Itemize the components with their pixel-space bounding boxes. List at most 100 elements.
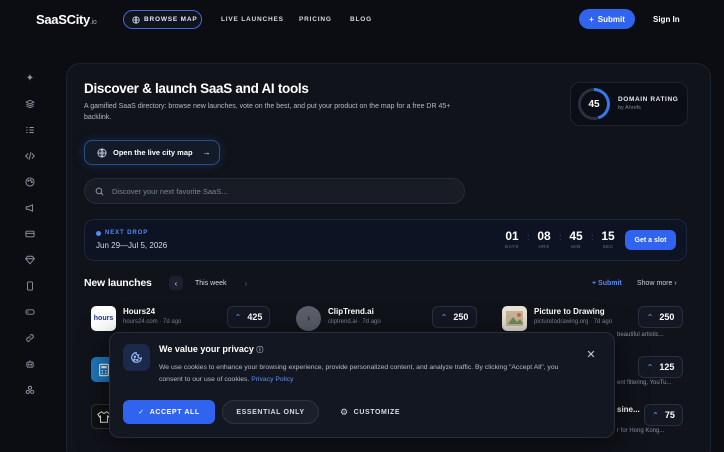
arrow-up-icon: ⌃: [440, 312, 448, 322]
launch-name[interactable]: Hours24: [123, 307, 155, 316]
arrow-up-icon: ⌃: [646, 362, 654, 372]
vote-count: 250: [659, 312, 675, 322]
live-dot-icon: [96, 230, 101, 236]
get-slot-button[interactable]: Get a slot: [625, 230, 676, 250]
accept-all-button[interactable]: ✓ ACCEPT ALL: [123, 400, 215, 424]
code-icon[interactable]: [24, 150, 36, 162]
close-icon[interactable]: ✕: [585, 348, 597, 361]
sign-in-link[interactable]: Sign In: [653, 15, 680, 24]
hours24-logo[interactable]: hours: [91, 306, 116, 331]
layers-icon[interactable]: [24, 98, 36, 110]
domain-rating-label: DOMAIN RATING: [618, 96, 679, 103]
play-icon: ›: [306, 313, 311, 324]
chevron-right-icon: ›: [244, 278, 248, 288]
next-drop-tag: NEXT DROP: [96, 230, 148, 236]
arrow-up-icon: ⌃: [652, 410, 659, 420]
nav-live-launches[interactable]: LIVE LAUNCHES: [221, 16, 284, 23]
info-icon: ⓘ: [256, 347, 264, 354]
launch-meta: hours24.com · 7d ago: [123, 319, 182, 325]
vote-count: 250: [453, 312, 469, 322]
credit-card-icon[interactable]: [24, 228, 36, 240]
list-check-icon[interactable]: [24, 124, 36, 136]
search-icon: [95, 187, 104, 196]
countdown-minutes: 45: [569, 229, 583, 243]
search-input[interactable]: Discover your next favorite SaaS...: [84, 178, 465, 204]
open-city-map-button[interactable]: Open the live city map →: [84, 140, 220, 165]
countdown-separator: :: [527, 232, 530, 242]
countdown-days: 01: [505, 229, 519, 243]
globe-icon: [132, 15, 140, 24]
arrow-up-icon: ⌃: [234, 312, 242, 322]
diamond-icon[interactable]: [24, 254, 36, 266]
next-week-button[interactable]: ›: [239, 276, 253, 290]
cookie-title-text: We value your privacy: [159, 344, 254, 354]
sparkles-icon[interactable]: ✦: [24, 72, 36, 84]
countdown-days-label: DAYS: [505, 244, 519, 249]
prev-week-button[interactable]: ‹: [169, 276, 183, 290]
show-more-link[interactable]: Show more ›: [637, 280, 677, 287]
vote-count: 75: [664, 410, 675, 420]
logo-text: SaaSCity: [36, 12, 90, 27]
upvote-button[interactable]: ⌃ 250: [638, 306, 683, 328]
launch-name[interactable]: sine...: [617, 405, 640, 414]
domain-rating-source: by Ahrefs: [618, 105, 641, 111]
cookie-icon: [123, 344, 150, 371]
countdown-hours: 08: [537, 229, 551, 243]
launch-description: ent filtering, YouTu...: [617, 380, 672, 386]
check-icon: ✓: [138, 409, 145, 416]
customize-button[interactable]: ⚙ CUSTOMIZE: [340, 407, 400, 418]
privacy-policy-link[interactable]: Privacy Policy: [251, 376, 293, 383]
cliptrend-logo[interactable]: ›: [296, 306, 321, 331]
cookie-body-text: We use cookies to enhance your browsing …: [159, 364, 559, 383]
submit-button[interactable]: + Submit: [579, 9, 635, 29]
countdown-separator: :: [559, 232, 562, 242]
next-drop-dates: Jun 29—Jul 5, 2026: [96, 241, 168, 250]
cookie-title: We value your privacy ⓘ: [159, 344, 263, 355]
customize-label: CUSTOMIZE: [353, 409, 401, 416]
browse-map-label: BROWSE MAP: [144, 16, 198, 23]
logo-suffix: .io: [89, 19, 97, 26]
arrow-up-icon: ⌃: [646, 312, 654, 322]
launch-meta: picturetodrawing.org · 7d ago: [534, 319, 613, 325]
countdown-seconds: 15: [601, 229, 615, 243]
launch-meta: cliptrend.ai · 7d ago: [328, 319, 381, 325]
launch-name[interactable]: ClipTrend.ai: [328, 307, 374, 316]
robot-icon[interactable]: [24, 358, 36, 370]
site-logo[interactable]: SaaSCity.io: [36, 12, 97, 27]
upvote-button[interactable]: ⌃ 425: [227, 306, 270, 328]
launches-submit-link[interactable]: + Submit: [592, 280, 622, 287]
palette-icon[interactable]: [24, 176, 36, 188]
launches-submit-label: Submit: [598, 280, 622, 287]
countdown-separator: :: [591, 232, 594, 242]
next-drop-label: NEXT DROP: [105, 230, 149, 236]
gamepad-icon[interactable]: [24, 306, 36, 318]
upvote-button[interactable]: ⌃ 250: [432, 306, 477, 328]
countdown-minutes-label: MIN: [571, 244, 581, 249]
nav-pricing[interactable]: PRICING: [299, 16, 332, 23]
open-map-label: Open the live city map: [113, 148, 193, 157]
arrow-right-icon: →: [202, 148, 211, 157]
week-label: This week: [195, 280, 227, 287]
nav-blog[interactable]: BLOG: [350, 16, 372, 23]
gear-icon: ⚙: [340, 407, 349, 417]
upvote-button[interactable]: ⌃ 75: [644, 404, 683, 426]
megaphone-icon[interactable]: [24, 202, 36, 214]
search-placeholder: Discover your next favorite SaaS...: [112, 186, 228, 196]
domain-rating-value: 45: [581, 91, 607, 117]
globe-icon: [97, 148, 107, 157]
shapes-icon[interactable]: [24, 384, 36, 396]
page-title: Discover & launch SaaS and AI tools: [84, 81, 309, 96]
launch-name[interactable]: Picture to Drawing: [534, 307, 605, 316]
link-icon[interactable]: [24, 332, 36, 344]
essential-only-button[interactable]: ESSENTIAL ONLY: [222, 400, 319, 424]
vote-count: 125: [659, 362, 675, 372]
drawing-thumbnail-icon: [506, 311, 523, 326]
submit-label: Submit: [597, 14, 625, 24]
launch-description: r for Hong Kong...: [617, 428, 665, 434]
smartphone-icon[interactable]: [24, 280, 36, 292]
picture-to-drawing-logo[interactable]: [502, 306, 527, 331]
upvote-button[interactable]: ⌃ 125: [638, 356, 683, 378]
browse-map-button[interactable]: BROWSE MAP: [123, 10, 202, 29]
countdown-seconds-label: SEC: [602, 244, 614, 249]
hours24-logo-text: hours: [93, 315, 114, 322]
